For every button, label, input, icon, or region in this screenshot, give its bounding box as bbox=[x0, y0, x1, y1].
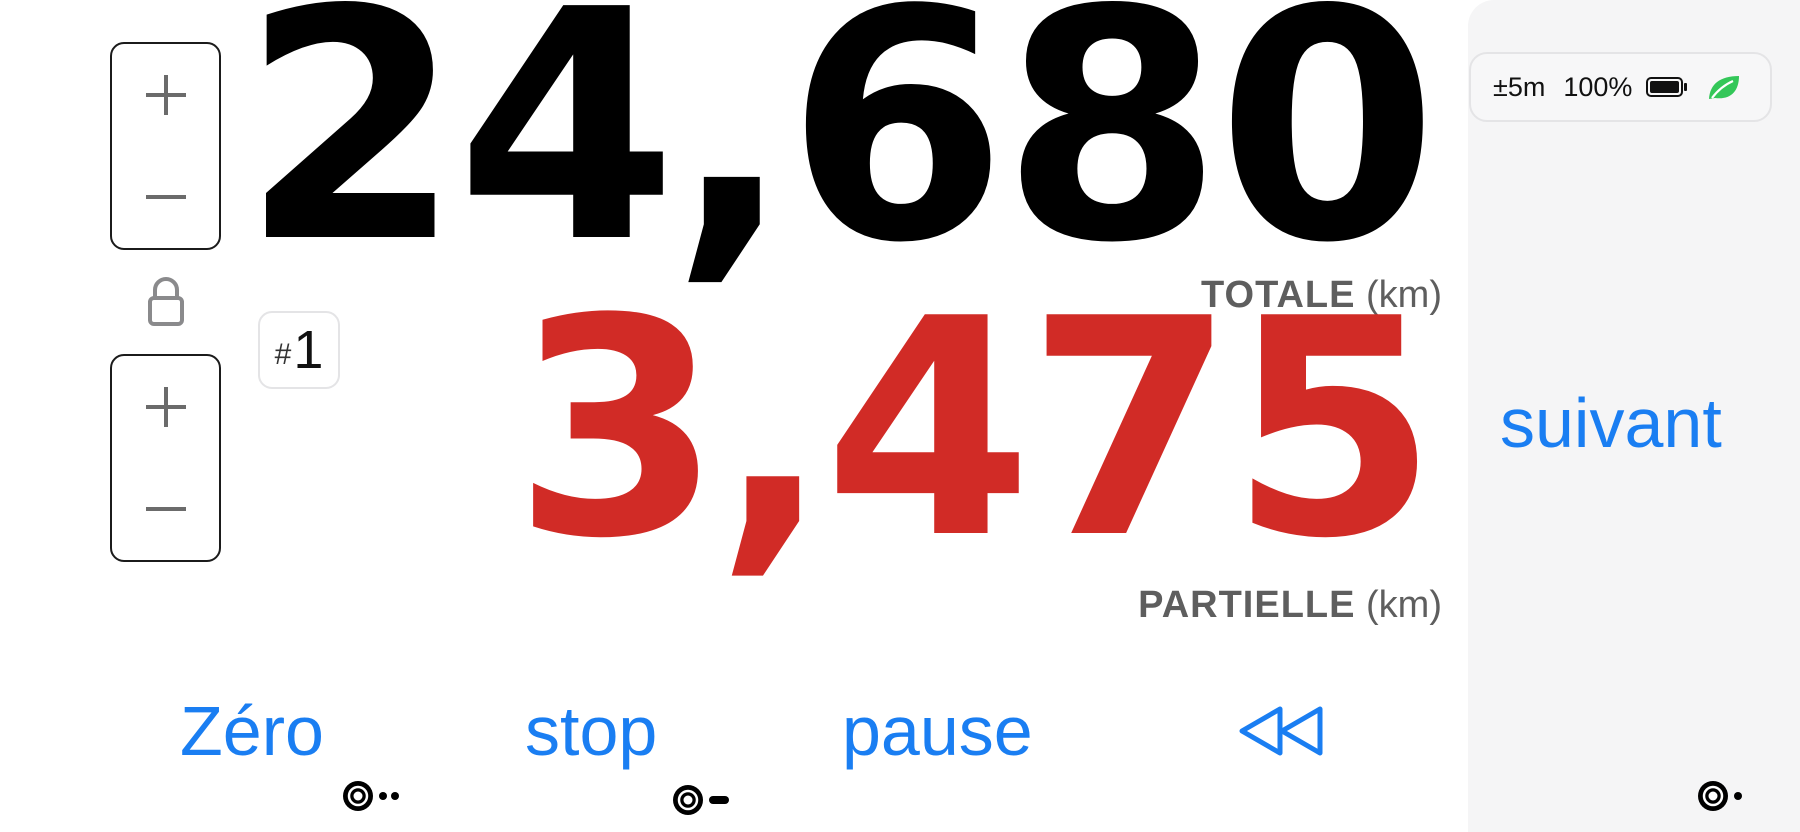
remote-button-icon bbox=[343, 781, 373, 811]
pause-button[interactable]: pause bbox=[842, 696, 1033, 766]
remote-indicator-zero bbox=[342, 780, 402, 812]
total-distance-value: 24,680 bbox=[240, 0, 1438, 312]
remote-indicator-next bbox=[1697, 780, 1743, 812]
partial-adjust-stepper bbox=[110, 354, 221, 562]
total-decrement-button[interactable] bbox=[112, 146, 219, 248]
odometer-screen: # 1 24,680 TOTALE (km) 3,475 PARTIELLE (… bbox=[0, 0, 1800, 832]
zero-button[interactable]: Zéro bbox=[180, 696, 324, 766]
partial-increment-button[interactable] bbox=[112, 356, 219, 458]
total-adjust-stepper bbox=[110, 42, 221, 250]
plus-icon bbox=[145, 387, 186, 427]
partial-decrement-button[interactable] bbox=[112, 458, 219, 560]
gps-accuracy: ±5m bbox=[1493, 71, 1546, 102]
stop-button[interactable]: stop bbox=[525, 696, 657, 766]
remote-button-icon bbox=[1698, 781, 1728, 811]
remote-indicator-stop bbox=[672, 784, 730, 816]
total-increment-button[interactable] bbox=[112, 44, 219, 146]
battery-percent: 100% bbox=[1563, 71, 1633, 102]
partial-label-unit: (km) bbox=[1366, 584, 1442, 626]
lock-icon[interactable] bbox=[146, 276, 186, 328]
minus-icon bbox=[145, 507, 186, 511]
single-dot-icon bbox=[1734, 792, 1742, 800]
minus-icon bbox=[145, 195, 186, 199]
trip-number-badge[interactable]: # 1 bbox=[258, 311, 340, 389]
leaf-icon bbox=[1709, 76, 1740, 99]
trip-number: 1 bbox=[293, 320, 324, 380]
partial-label-name: PARTIELLE bbox=[1138, 584, 1356, 626]
long-press-icon bbox=[709, 796, 729, 804]
trip-hash: # bbox=[274, 338, 292, 371]
partial-distance-value: 3,475 bbox=[513, 255, 1438, 604]
double-dot-icon bbox=[379, 792, 399, 800]
rewind-button[interactable] bbox=[1236, 700, 1326, 756]
next-button[interactable]: suivant bbox=[1500, 388, 1722, 458]
remote-button-icon bbox=[673, 785, 703, 815]
status-pill: ±5m 100% bbox=[1469, 52, 1772, 122]
battery-icon bbox=[1646, 77, 1688, 97]
partial-distance-label: PARTIELLE (km) bbox=[1138, 584, 1442, 627]
rewind-icon bbox=[1239, 706, 1323, 756]
plus-icon bbox=[145, 75, 186, 115]
